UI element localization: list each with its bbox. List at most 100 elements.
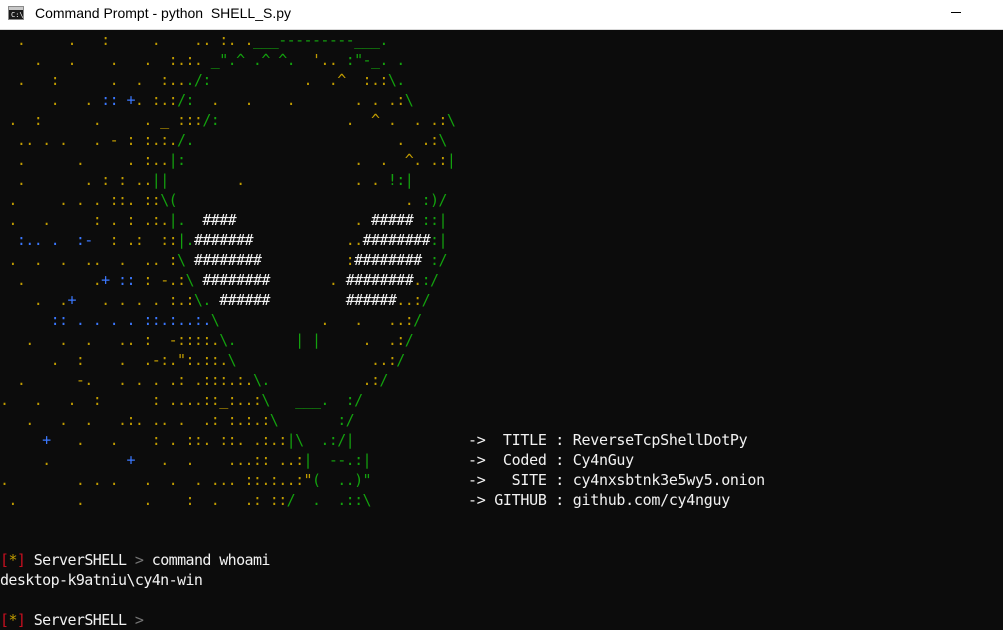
ascii-segment: :/: [430, 251, 447, 269]
ascii-segment: :|: [430, 231, 447, 249]
ascii-segment: /.: [177, 131, 194, 149]
ascii-segment: ..:: [396, 291, 422, 309]
prompt-name: ServerSHELL: [25, 551, 135, 569]
ascii-segment: /:: [177, 91, 194, 109]
ascii-segment: | --.:|: [303, 451, 372, 469]
ascii-segment: '..: [311, 51, 346, 69]
prompt-star: *: [8, 611, 17, 629]
ascii-segment: ..: [252, 231, 363, 249]
ascii-segment: . . . . ::. ::: [0, 191, 161, 209]
ascii-segment: . : . .-:.":.::.: [0, 351, 229, 369]
command-output: desktop-k9atniu\cy4n-win: [0, 571, 203, 589]
ascii-segment: [270, 291, 346, 309]
ascii-segment: /: [421, 291, 431, 309]
ascii-line: . : . .-:.":.::.\ ..:/: [0, 350, 406, 370]
banner-info-line: -> Coded : Cy4nGuy: [468, 450, 634, 470]
ascii-segment: \: [185, 271, 203, 289]
ascii-line: . . : : ..|| . . . !:|: [0, 170, 414, 190]
ascii-segment: . .:: [193, 131, 439, 149]
ascii-segment: ..:: [236, 351, 397, 369]
ascii-segment: _".^ .^ ^.: [210, 51, 312, 69]
ascii-line: . . . .. : -::::.\. | | . .:/: [0, 330, 413, 350]
ascii-segment: /: [379, 371, 388, 389]
ascii-segment: ########: [362, 231, 431, 249]
ascii-segment: :: +: [101, 91, 135, 109]
ascii-segment: . . : : ..: [0, 171, 153, 189]
ascii-line: . .+ :: : -.:\ ######## . ########.:/: [0, 270, 439, 290]
ascii-line: . . . . :.:. _".^ .^ ^. '.. :"-_. .: [0, 50, 406, 70]
ascii-segment: ########: [193, 251, 262, 269]
ascii-line: :: . . . . ::.:..:.\ . . ..:/: [0, 310, 423, 330]
title-bar: C:\. Command Prompt - python SHELL_S.py: [0, 0, 1003, 30]
ascii-segment: #####: [371, 211, 414, 229]
ascii-segment: .. . . . - : :.:.: [0, 131, 178, 149]
ascii-segment: . . . . . . . ... ::.:..:": [0, 471, 313, 489]
ascii-segment: . .^ :.:: [210, 71, 389, 89]
ascii-segment: :: . . . . ::.:..:.: [0, 311, 212, 329]
ascii-line: . . . : . .: ::/ . .::\: [0, 490, 371, 510]
ascii-line: . -. . . . .: .:::.:.\. .:/: [0, 370, 389, 390]
ascii-segment: . . . : . .: ::: [0, 491, 287, 509]
ascii-segment: :.. . :-: [0, 231, 102, 249]
window-title: Command Prompt - python SHELL_S.py: [35, 5, 292, 21]
ascii-segment: \: [210, 311, 220, 329]
ascii-line: . . . : : ....::_:..:\ ___. :/: [0, 390, 363, 410]
prompt-arrow: >: [134, 611, 144, 629]
ascii-segment: ||: [151, 171, 169, 189]
ascii-segment: +: [0, 431, 51, 449]
ascii-segment: . : . . _ :::: [0, 111, 203, 129]
ascii-line: .. . . . - : :.:./. . .:\: [0, 130, 448, 150]
ascii-segment: . .:: [320, 331, 406, 349]
info-label: -> SITE :: [468, 471, 573, 489]
info-label: -> GITHUB :: [468, 491, 573, 509]
info-value[interactable]: github.com/cy4nguy: [573, 491, 730, 509]
info-value[interactable]: cy4nxsbtnk3e5wy5.onion: [573, 471, 765, 489]
ascii-line: . . . .. . .. :\ ######## :######## :/: [0, 250, 447, 270]
ascii-segment: . -. . . . .: .:::.:.: [0, 371, 254, 389]
ascii-segment: |.: [168, 211, 203, 229]
info-label: -> Coded :: [468, 451, 573, 469]
ascii-line: . + . . ...:: ..:| --.:|: [0, 450, 371, 470]
ascii-segment: . . : . ::. ::. .:.:: [50, 431, 287, 449]
ascii-segment: .: [0, 451, 127, 469]
ascii-line: . . : . .. :. .___---------___.: [0, 30, 389, 50]
ascii-segment: /: [404, 331, 414, 349]
ascii-segment: \: [446, 111, 456, 129]
ascii-segment: ( ..)": [311, 471, 372, 489]
ascii-line: . : . . :.../: . .^ :.:\.: [0, 70, 405, 90]
ascii-segment: |.: [177, 231, 194, 249]
ascii-segment: .: [177, 191, 422, 209]
ascii-line: . . . :..|: . . ^. .:|: [0, 150, 456, 170]
ascii-segment: ___---------___.: [252, 31, 389, 49]
ascii-segment: . ^ . . .:: [219, 111, 448, 129]
ascii-line: . . . . ::. ::\( . :)/: [0, 190, 447, 210]
ascii-line: . .+ . . . . :.:\. ###### ######..:/: [0, 290, 431, 310]
ascii-segment: |:: [168, 151, 186, 169]
ascii-line: :.. . :- : .: ::|.####### ..########:|: [0, 230, 448, 250]
ascii-segment: /: [396, 351, 405, 369]
ascii-segment: : .: ::: [101, 231, 178, 249]
minimize-button[interactable]: [933, 0, 979, 30]
info-value: Cy4nGuy: [572, 451, 634, 469]
info-label: -> TITLE :: [468, 431, 573, 449]
ascii-segment: \(: [160, 191, 178, 209]
banner-info-line: -> SITE : cy4nxsbtnk3e5wy5.onion: [468, 470, 765, 490]
ascii-segment: +: [126, 451, 135, 469]
ascii-segment: . .: [0, 271, 102, 289]
prompt-star: *: [8, 551, 17, 569]
ascii-line: . . . .:. .. . .: :.:.:\ :/: [0, 410, 354, 430]
ascii-segment: !:|: [387, 171, 414, 189]
ascii-segment: :)/: [421, 191, 448, 209]
command-text: command whoami: [143, 551, 271, 569]
info-value: ReverseTcpShellDotPy: [572, 431, 748, 449]
prompt-line-current[interactable]: [*] ServerSHELL >: [0, 610, 144, 630]
ascii-segment: . . : . : .:.: [0, 211, 169, 229]
ascii-segment: . .: [0, 91, 102, 109]
console-area[interactable]: . . : . .. :. .___---------___. . . . . …: [0, 30, 1003, 630]
ascii-segment: +: [67, 291, 76, 309]
ascii-segment: /: [413, 311, 422, 329]
ascii-segment: . : . . :..: [0, 71, 186, 89]
ascii-segment: . . . .:. .. . .: :.:.:: [0, 411, 270, 429]
ascii-segment: . . ^. .:: [185, 151, 447, 169]
ascii-segment: \: [438, 131, 447, 149]
